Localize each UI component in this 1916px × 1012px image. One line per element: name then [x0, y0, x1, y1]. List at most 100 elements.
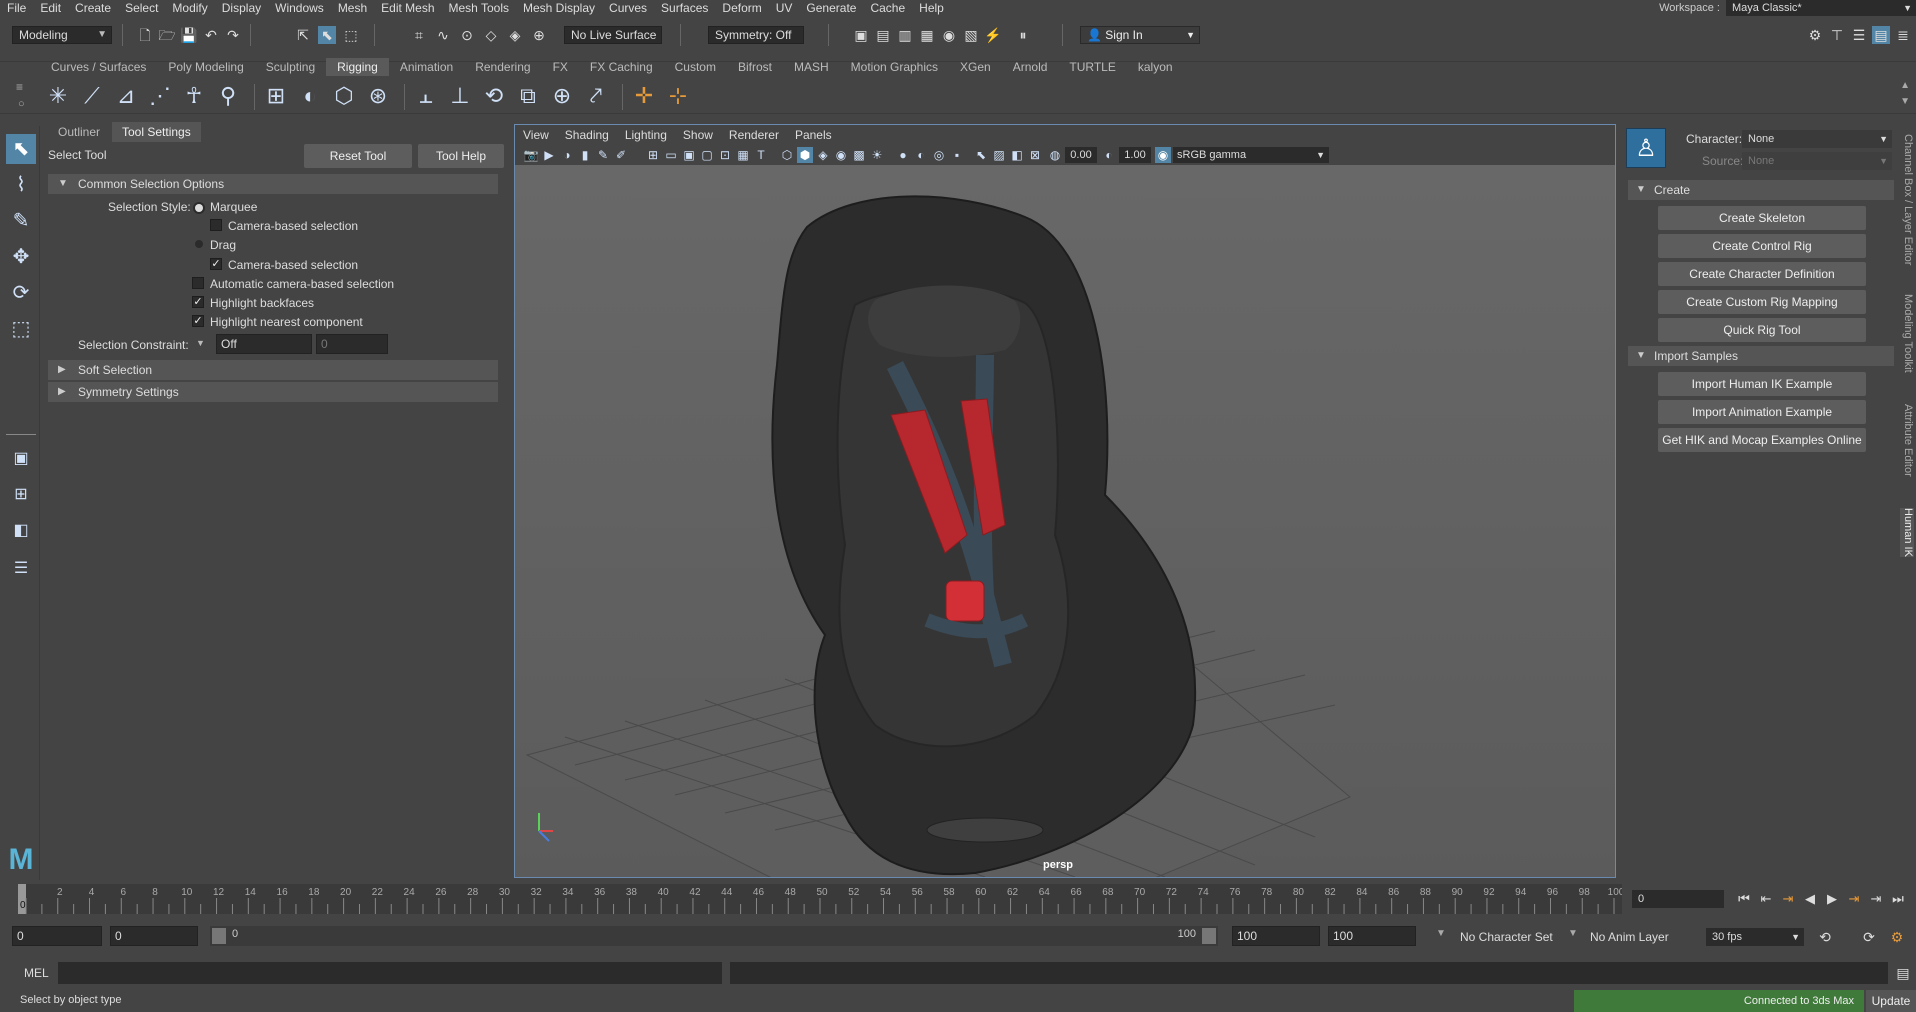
get-hik-mocap-examples-button[interactable]: Get HIK and Mocap Examples Online: [1658, 428, 1866, 452]
shelf-tab-xgen[interactable]: XGen: [949, 58, 1002, 76]
viewport-menu-view[interactable]: View: [515, 128, 557, 142]
field-chart-icon[interactable]: ⊡: [717, 147, 733, 163]
shelf-tab-custom[interactable]: Custom: [664, 58, 727, 76]
animation-preferences-icon[interactable]: ⚙: [1888, 928, 1906, 946]
symmetry-dropdown[interactable]: Symmetry: Off: [708, 26, 804, 44]
film-gate-icon[interactable]: ▭: [663, 147, 679, 163]
xray-joints-icon[interactable]: ◧: [1009, 147, 1025, 163]
gamma-field[interactable]: 1.00: [1119, 147, 1151, 163]
menu-generate[interactable]: Generate: [799, 0, 863, 16]
shelf-tab-poly-modeling[interactable]: Poly Modeling: [157, 58, 254, 76]
aim-constraint-icon[interactable]: ⊕: [548, 82, 576, 110]
safe-title-icon[interactable]: T: [753, 147, 769, 163]
step-forward-key-icon[interactable]: ⇥: [1866, 890, 1886, 908]
shelf-tab-arnold[interactable]: Arnold: [1002, 58, 1059, 76]
2d-pan-zoom-icon[interactable]: ✎: [595, 147, 611, 163]
common-selection-options-header[interactable]: ▼ Common Selection Options: [48, 174, 498, 194]
menu-deform[interactable]: Deform: [715, 0, 768, 16]
chevron-down-icon[interactable]: ▼: [1568, 928, 1578, 939]
shelf-tab-turtle[interactable]: TURTLE: [1058, 58, 1126, 76]
loop-icon[interactable]: ⟲: [1816, 928, 1834, 946]
viewport-menu-lighting[interactable]: Lighting: [617, 128, 675, 142]
camera-based-checkbox-2[interactable]: ✓: [210, 258, 222, 270]
grease-pencil-icon[interactable]: ✐: [613, 147, 629, 163]
locator-icon[interactable]: ✛: [630, 82, 658, 110]
mode-dropdown[interactable]: Modeling ▼: [12, 26, 112, 44]
textured-icon[interactable]: ◉: [833, 147, 849, 163]
anim-layer-label[interactable]: No Anim Layer: [1590, 930, 1669, 944]
chevron-down-icon[interactable]: ▼: [1436, 928, 1446, 939]
shelf-tab-motion-graphics[interactable]: Motion Graphics: [840, 58, 949, 76]
render-frame-icon[interactable]: ▤: [874, 26, 892, 44]
save-scene-icon[interactable]: 💾: [180, 26, 198, 44]
bind-skin-icon[interactable]: ⊞: [262, 82, 290, 110]
drag-radio[interactable]: [195, 240, 203, 248]
go-to-start-icon[interactable]: ⏮: [1734, 890, 1754, 908]
cluster-icon[interactable]: ⊛: [364, 82, 392, 110]
gamma-icon[interactable]: ◐: [1101, 147, 1117, 163]
anti-aliasing-icon[interactable]: ◎: [931, 147, 947, 163]
highlight-nearest-checkbox[interactable]: ✓: [192, 315, 204, 327]
lattice-icon[interactable]: ⬡: [330, 82, 358, 110]
character-icon[interactable]: ♙: [1626, 128, 1666, 168]
select-tool-icon[interactable]: ⬉: [6, 134, 36, 164]
menu-mesh-display[interactable]: Mesh Display: [516, 0, 602, 16]
menu-modify[interactable]: Modify: [165, 0, 214, 16]
menu-cache[interactable]: Cache: [863, 0, 912, 16]
menu-uv[interactable]: UV: [769, 0, 800, 16]
menu-curves[interactable]: Curves: [602, 0, 654, 16]
color-management-icon[interactable]: ◉: [1155, 147, 1171, 163]
shelf-scroll-down-icon[interactable]: ▼: [1900, 96, 1910, 107]
exposure-field[interactable]: 0.00: [1065, 147, 1097, 163]
viewport-menu-show[interactable]: Show: [675, 128, 721, 142]
menu-edit-mesh[interactable]: Edit Mesh: [374, 0, 441, 16]
use-all-lights-icon[interactable]: ▩: [851, 147, 867, 163]
camera-based-checkbox-1[interactable]: [210, 219, 222, 231]
import-human-ik-example-button[interactable]: Import Human IK Example: [1658, 372, 1866, 396]
single-perspective-layout-icon[interactable]: ▣: [6, 444, 36, 474]
snap-curve-icon[interactable]: ∿: [434, 26, 452, 44]
menu-select[interactable]: Select: [118, 0, 165, 16]
exposure-icon[interactable]: ◍: [1047, 147, 1063, 163]
light-editor-icon[interactable]: ⚡: [984, 26, 1002, 44]
camera-attributes-icon[interactable]: ▶: [541, 147, 557, 163]
range-handle-end[interactable]: [1202, 928, 1216, 944]
side-tab-attribute-editor[interactable]: Attribute Editor: [1900, 404, 1914, 477]
color-space-dropdown[interactable]: sRGB gamma ▼: [1173, 147, 1329, 163]
shelf-scroll-up-icon[interactable]: ▲: [1900, 80, 1910, 91]
point-constraint-icon[interactable]: ⊥: [446, 82, 474, 110]
create-custom-rig-mapping-button[interactable]: Create Custom Rig Mapping: [1658, 290, 1866, 314]
shelf-tab-sculpting[interactable]: Sculpting: [255, 58, 326, 76]
command-input[interactable]: [58, 962, 722, 984]
distance-tool-icon[interactable]: ⊹: [664, 82, 692, 110]
wireframe-on-shaded-icon[interactable]: ◈: [815, 147, 831, 163]
scale-tool-icon[interactable]: ⬚: [6, 314, 36, 344]
pause-icon[interactable]: ⏸: [1014, 26, 1032, 44]
orient-constraint-icon[interactable]: ⟲: [480, 82, 508, 110]
render-settings-icon[interactable]: ▦: [918, 26, 936, 44]
tab-tool-settings[interactable]: Tool Settings: [112, 122, 201, 142]
step-back-frame-icon[interactable]: ⇥: [1778, 890, 1798, 908]
move-tool-icon[interactable]: ✥: [6, 242, 36, 272]
attribute-editor-icon[interactable]: ⊤: [1828, 26, 1846, 44]
shelf-tab-kalyon[interactable]: kalyon: [1127, 58, 1184, 76]
sign-in-button[interactable]: 👤 Sign In ▼: [1080, 26, 1200, 44]
viewport-menu-panels[interactable]: Panels: [787, 128, 840, 142]
live-surface-field[interactable]: No Live Surface: [564, 26, 662, 44]
menu-display[interactable]: Display: [215, 0, 268, 16]
script-editor-icon[interactable]: ▤: [1894, 964, 1912, 982]
channel-box-icon[interactable]: ▤: [1872, 26, 1890, 44]
create-joints-icon[interactable]: ✳: [44, 82, 72, 110]
image-plane-icon[interactable]: ▮: [577, 147, 593, 163]
menu-help[interactable]: Help: [912, 0, 951, 16]
create-skeleton-button[interactable]: Create Skeleton: [1658, 206, 1866, 230]
reset-tool-button[interactable]: Reset Tool: [304, 144, 412, 168]
play-backwards-icon[interactable]: ◀: [1800, 890, 1820, 908]
create-section-header[interactable]: ▼ Create: [1628, 180, 1894, 200]
highlight-backfaces-checkbox[interactable]: ✓: [192, 296, 204, 308]
modeling-toolkit-icon[interactable]: ⚙: [1806, 26, 1824, 44]
motion-blur-icon[interactable]: ◐: [913, 147, 929, 163]
shelf-tab-rendering[interactable]: Rendering: [464, 58, 541, 76]
paint-weights-icon[interactable]: ◐: [296, 82, 324, 110]
paint-select-icon[interactable]: ✎: [6, 206, 36, 236]
